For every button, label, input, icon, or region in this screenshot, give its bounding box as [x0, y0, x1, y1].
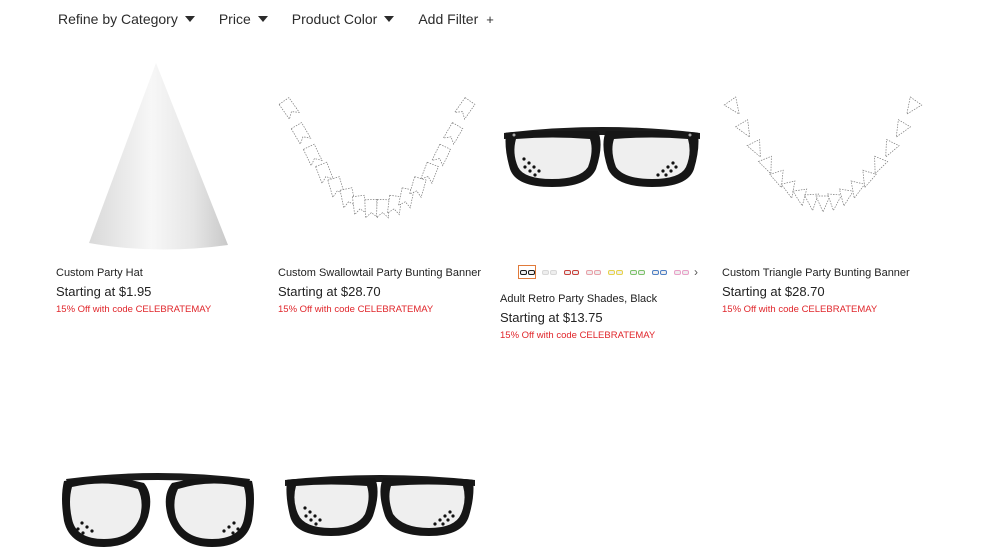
- bunting-flag: [442, 122, 464, 145]
- swatch-lens: [519, 269, 527, 275]
- promo-text: 15% Off with code CELEBRATEMAY: [722, 304, 878, 315]
- refine-by-category-filter[interactable]: Refine by Category: [58, 11, 195, 27]
- filter-label: Product Color: [291, 11, 378, 27]
- swatch-lens: [629, 269, 637, 275]
- aviator-shades-image[interactable]: [58, 465, 258, 556]
- filter-label: Price: [218, 11, 251, 27]
- color-swatch[interactable]: [606, 265, 624, 279]
- color-swatch[interactable]: [672, 265, 690, 279]
- product-title[interactable]: Adult Retro Party Shades, Black: [500, 293, 657, 305]
- caret-down-icon: [384, 16, 395, 22]
- swatch-lens: [549, 269, 557, 275]
- swatch-lens: [585, 269, 593, 275]
- product-price: Starting at $13.75: [500, 310, 603, 325]
- product-card[interactable]: [58, 465, 268, 556]
- swatch-lens: [615, 269, 623, 275]
- bunting-flag: [895, 119, 912, 138]
- swatch-lens: [637, 269, 645, 275]
- bunting-flag: [850, 180, 866, 200]
- product-price: Starting at $1.95: [56, 284, 152, 299]
- product-card[interactable]: Custom Swallowtail Party Bunting Banner …: [278, 55, 488, 325]
- triangle-bunting-image[interactable]: [722, 55, 927, 245]
- color-swatch[interactable]: [540, 265, 558, 279]
- product-card[interactable]: › Adult Retro Party Shades, Black Starti…: [500, 55, 710, 345]
- color-swatch[interactable]: [518, 265, 536, 279]
- color-swatch[interactable]: [562, 265, 580, 279]
- swatch-lens: [681, 269, 689, 275]
- product-card[interactable]: Custom Triangle Party Bunting Banner Sta…: [722, 55, 932, 325]
- bunting-flag: [906, 96, 923, 115]
- party-hat-image[interactable]: [56, 55, 256, 255]
- swatch-lens: [541, 269, 549, 275]
- product-title[interactable]: Custom Party Hat: [56, 267, 143, 279]
- caret-down-icon: [184, 16, 195, 22]
- product-color-filter[interactable]: Product Color: [292, 11, 395, 27]
- color-swatch[interactable]: [650, 265, 668, 279]
- promo-text: 15% Off with code CELEBRATEMAY: [500, 330, 656, 341]
- product-title[interactable]: Custom Triangle Party Bunting Banner: [722, 267, 910, 279]
- swatch-lens: [651, 269, 659, 275]
- promo-text: 15% Off with code CELEBRATEMAY: [278, 304, 434, 315]
- swatch-lens: [527, 269, 535, 275]
- swatch-lens: [659, 269, 667, 275]
- promo-text: 15% Off with code CELEBRATEMAY: [56, 304, 212, 315]
- product-price: Starting at $28.70: [278, 284, 381, 299]
- retro-shades-image[interactable]: [283, 472, 478, 556]
- bunting-flag: [302, 143, 323, 167]
- bunting-flag: [885, 138, 900, 158]
- bunting-flag: [746, 138, 761, 158]
- filter-bar: Refine by Category Price Product Color A…: [58, 8, 518, 30]
- swallowtail-bunting-image[interactable]: [278, 55, 483, 245]
- bunting-flag: [827, 193, 843, 212]
- caret-down-icon: [257, 16, 268, 22]
- product-card[interactable]: [283, 472, 493, 556]
- swatch-lens: [607, 269, 615, 275]
- plus-icon: +: [486, 11, 494, 27]
- price-filter[interactable]: Price: [219, 11, 268, 27]
- add-filter-button[interactable]: Add Filter +: [418, 11, 494, 27]
- swatch-lens: [593, 269, 601, 275]
- color-swatch[interactable]: [628, 265, 646, 279]
- product-card[interactable]: Custom Party Hat Starting at $1.95 15% O…: [56, 55, 266, 325]
- bunting-flag: [376, 198, 390, 219]
- retro-shades-image[interactable]: [500, 55, 705, 255]
- color-swatch[interactable]: [584, 265, 602, 279]
- bunting-flag: [734, 119, 751, 138]
- bunting-flag: [278, 97, 300, 120]
- bunting-flag: [431, 143, 452, 167]
- chevron-right-icon[interactable]: ›: [694, 265, 698, 279]
- bunting-flag: [352, 194, 367, 216]
- bunting-flag: [290, 122, 312, 145]
- product-title[interactable]: Custom Swallowtail Party Bunting Banner: [278, 267, 481, 279]
- product-price: Starting at $28.70: [722, 284, 825, 299]
- bunting-flag: [815, 195, 831, 213]
- filter-label: Refine by Category: [58, 11, 178, 27]
- swatch-lens: [673, 269, 681, 275]
- color-swatches: ›: [518, 265, 698, 279]
- bunting-flag: [454, 97, 476, 120]
- bunting-flag: [364, 198, 378, 219]
- swatch-lens: [571, 269, 579, 275]
- swatch-lens: [563, 269, 571, 275]
- bunting-flag: [723, 96, 740, 115]
- filter-label: Add Filter: [418, 11, 479, 27]
